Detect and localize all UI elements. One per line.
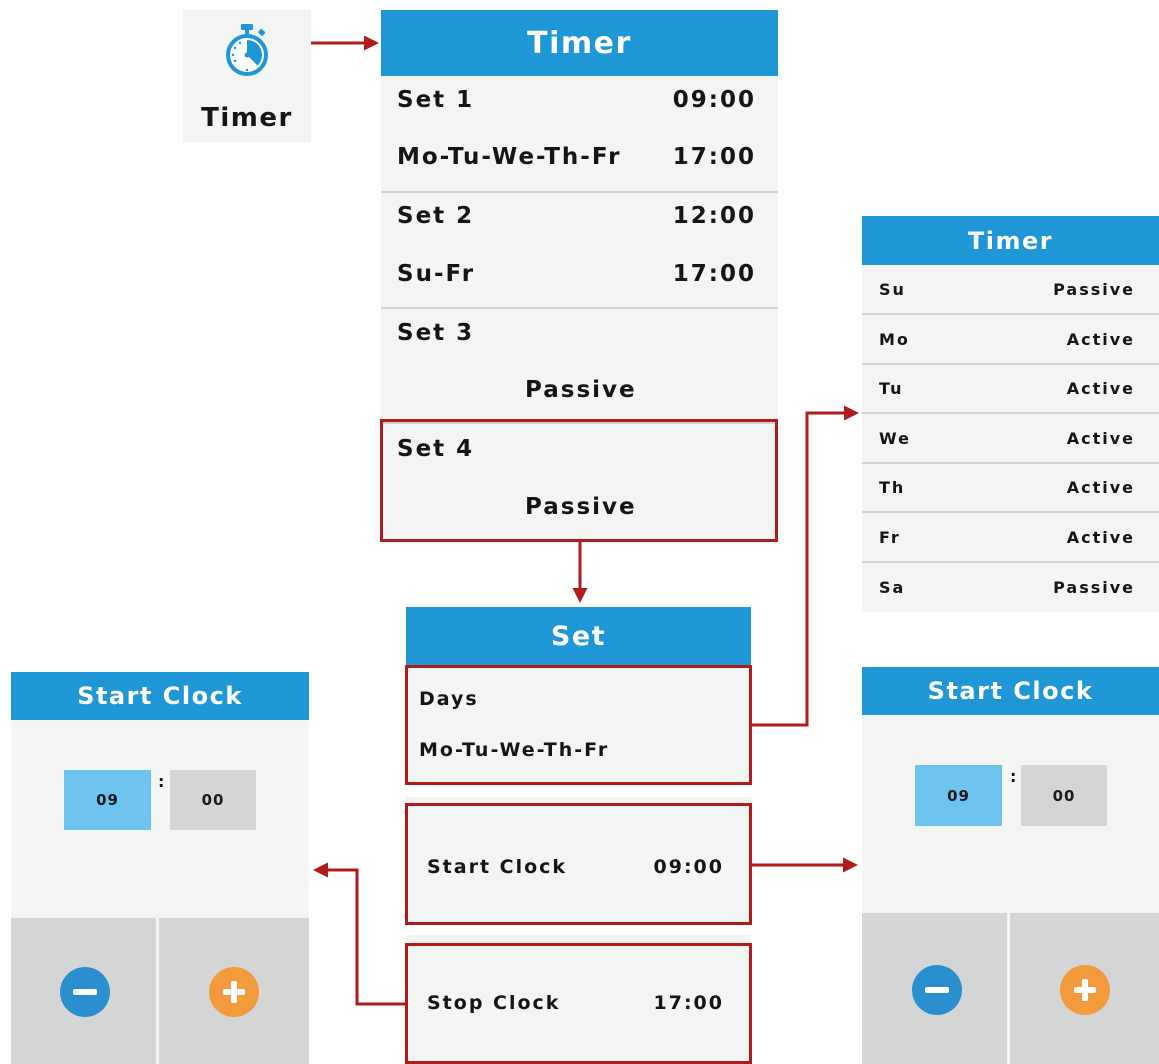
app-icon-label: Timer	[201, 103, 293, 133]
plus-button-area[interactable]	[1010, 913, 1159, 1064]
start-clock-value: 09:00	[653, 856, 724, 878]
minute-field[interactable]: 00	[170, 770, 256, 830]
days-label: Days	[419, 688, 479, 710]
minus-button-area[interactable]	[862, 913, 1007, 1064]
day-state[interactable]: Passive	[1053, 578, 1135, 597]
stop-clock-row[interactable]: Stop Clock 17:00	[405, 943, 752, 1064]
day-state[interactable]: Active	[1067, 379, 1135, 398]
day-state[interactable]: Active	[1067, 478, 1135, 497]
start-clock-header-right: Start Clock	[862, 667, 1159, 715]
divider	[862, 362, 1159, 365]
set1-stop-time: 17:00	[672, 144, 756, 170]
day-name: Th	[879, 478, 906, 498]
day-state[interactable]: Active	[1067, 528, 1135, 547]
set4-row[interactable]	[380, 419, 778, 542]
set1-name: Set 1	[397, 87, 475, 113]
divider	[862, 461, 1159, 464]
days-value: Mo-Tu-We-Th-Fr	[419, 739, 610, 761]
day-name: Fr	[879, 528, 901, 547]
day-state[interactable]: Active	[1067, 429, 1135, 448]
stop-clock-value: 17:00	[653, 992, 724, 1014]
day-state[interactable]: Active	[1067, 330, 1135, 349]
stopwatch-icon	[226, 24, 268, 76]
day-name: Tu	[879, 379, 904, 399]
set1-start-time: 09:00	[672, 87, 756, 113]
set3-name: Set 3	[397, 320, 475, 346]
time-separator: :	[1010, 767, 1019, 786]
timer-list-header: Timer	[381, 10, 778, 76]
days-row[interactable]: Days Mo-Tu-We-Th-Fr	[405, 665, 752, 785]
set2-stop-time: 17:00	[672, 261, 756, 287]
hour-field[interactable]: 09	[915, 765, 1002, 826]
divider	[381, 307, 778, 309]
timer-app-icon-tile[interactable]: Timer	[183, 10, 311, 142]
plus-circle-icon[interactable]	[1060, 965, 1110, 1015]
day-state[interactable]: Passive	[1053, 280, 1135, 299]
minus-circle-icon[interactable]	[912, 965, 962, 1015]
set1-days: Mo-Tu-We-Th-Fr	[397, 144, 622, 170]
set2-start-time: 12:00	[672, 203, 756, 229]
minus-circle-icon[interactable]	[60, 967, 110, 1017]
divider	[862, 313, 1159, 315]
plus-circle-icon[interactable]	[209, 967, 259, 1017]
day-name: Su	[879, 280, 906, 299]
set2-name: Set 2	[397, 203, 475, 229]
start-clock-row[interactable]: Start Clock 09:00	[405, 803, 752, 925]
divider	[381, 191, 778, 193]
start-clock-panel-left: Start Clock 09 : 00	[11, 672, 309, 1064]
stop-clock-label: Stop Clock	[427, 992, 561, 1014]
set2-days: Su-Fr	[397, 261, 476, 287]
start-clock-header-left: Start Clock	[11, 672, 309, 720]
divider	[862, 511, 1159, 514]
divider	[862, 561, 1159, 563]
start-clock-panel-right: Start Clock 09 : 00	[862, 667, 1159, 1064]
hour-field[interactable]: 09	[64, 770, 151, 830]
spacer	[406, 925, 751, 935]
day-list-panel: Timer Su Passive Mo Active Tu Active We Active T…	[862, 216, 1159, 612]
divider	[862, 412, 1159, 415]
set-header: Set	[406, 607, 751, 665]
plus-button-area[interactable]	[159, 918, 309, 1064]
day-name: We	[879, 428, 911, 448]
start-clock-label: Start Clock	[427, 856, 568, 878]
spacer	[406, 785, 751, 797]
arrow-stop-to-clock	[313, 862, 405, 1006]
minute-field[interactable]: 00	[1021, 765, 1107, 826]
minus-button-area[interactable]	[11, 918, 156, 1064]
day-name: Sa	[879, 577, 906, 597]
day-name: Mo	[879, 329, 910, 349]
set3-status: Passive	[525, 377, 637, 403]
day-list-header: Timer	[862, 216, 1159, 265]
time-separator: :	[158, 772, 167, 791]
